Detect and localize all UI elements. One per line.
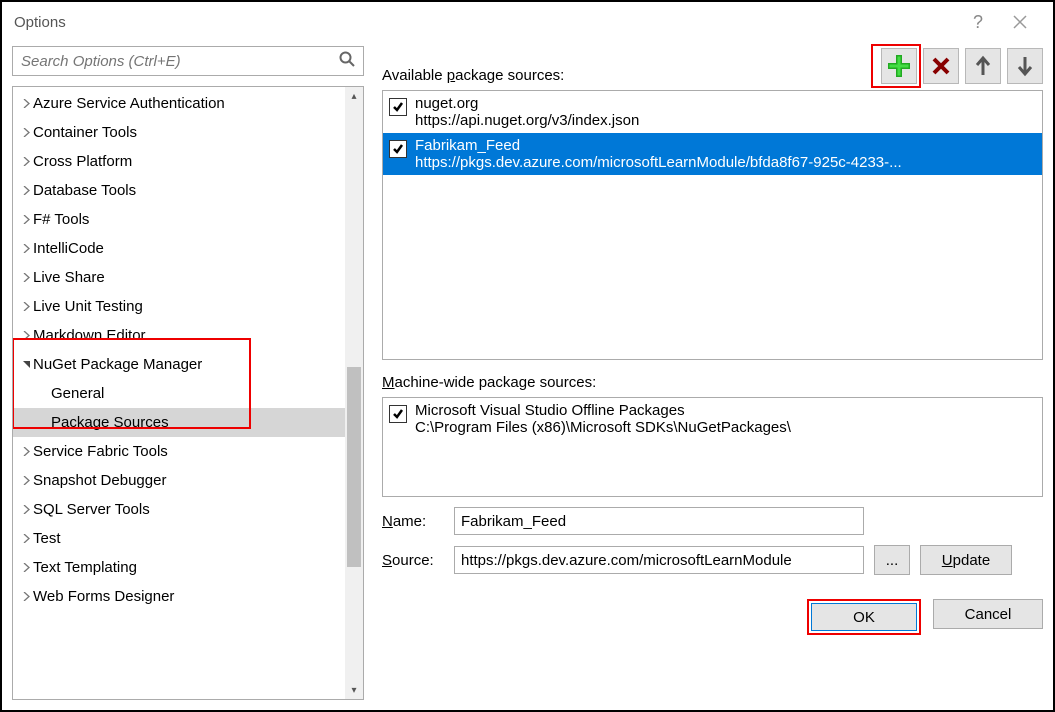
help-button[interactable]: ? xyxy=(957,6,999,38)
arrow-down-icon xyxy=(1016,55,1034,77)
ok-button[interactable]: OK xyxy=(811,603,917,631)
left-column: Azure Service Authentication Container T… xyxy=(12,46,364,700)
source-checkbox[interactable] xyxy=(389,140,407,158)
tree-item-live-share[interactable]: Live Share xyxy=(13,263,345,292)
tree-item-cross-platform[interactable]: Cross Platform xyxy=(13,147,345,176)
close-button[interactable] xyxy=(999,6,1041,38)
chevron-right-icon xyxy=(19,215,33,224)
chevron-right-icon xyxy=(19,592,33,601)
plus-icon xyxy=(888,55,910,77)
tree-item-web-forms-designer[interactable]: Web Forms Designer xyxy=(13,582,345,611)
arrow-up-icon xyxy=(974,55,992,77)
source-row-nugetorg[interactable]: nuget.org https://api.nuget.org/v3/index… xyxy=(383,91,1042,133)
options-dialog: Options ? Azure Service Authentication C… xyxy=(0,0,1055,712)
add-source-button[interactable] xyxy=(881,48,917,84)
source-name: Microsoft Visual Studio Offline Packages xyxy=(415,402,1036,419)
chevron-right-icon xyxy=(19,534,33,543)
tree-item-service-fabric-tools[interactable]: Service Fabric Tools xyxy=(13,437,345,466)
tree-item-live-unit-testing[interactable]: Live Unit Testing xyxy=(13,292,345,321)
search-box[interactable] xyxy=(12,46,364,76)
source-name: nuget.org xyxy=(415,95,1036,112)
x-icon xyxy=(930,55,952,77)
tree-item-test[interactable]: Test xyxy=(13,524,345,553)
chevron-right-icon xyxy=(19,244,33,253)
update-button[interactable]: Update xyxy=(920,545,1012,575)
source-checkbox[interactable] xyxy=(389,405,407,423)
source-url: https://pkgs.dev.azure.com/microsoftLear… xyxy=(415,154,1036,171)
name-input[interactable] xyxy=(454,507,864,535)
source-url: https://api.nuget.org/v3/index.json xyxy=(415,112,1036,129)
tree-item-intellicode[interactable]: IntelliCode xyxy=(13,234,345,263)
chevron-right-icon xyxy=(19,331,33,340)
search-icon xyxy=(339,51,355,71)
move-up-button[interactable] xyxy=(965,48,1001,84)
highlight-annotation: OK xyxy=(807,599,921,635)
titlebar: Options ? xyxy=(2,2,1053,42)
tree-items: Azure Service Authentication Container T… xyxy=(13,87,345,699)
right-column: Available package sources: xyxy=(382,46,1043,700)
tree-item-azure-service-authentication[interactable]: Azure Service Authentication xyxy=(13,89,345,118)
cancel-button[interactable]: Cancel xyxy=(933,599,1043,629)
chevron-right-icon xyxy=(19,563,33,572)
chevron-right-icon xyxy=(19,99,33,108)
chevron-right-icon xyxy=(19,128,33,137)
tree-item-database-tools[interactable]: Database Tools xyxy=(13,176,345,205)
remove-source-button[interactable] xyxy=(923,48,959,84)
chevron-down-icon xyxy=(19,360,33,369)
browse-button[interactable]: ... xyxy=(874,545,910,575)
scroll-up-icon[interactable]: ▴ xyxy=(345,87,363,105)
source-url: C:\Program Files (x86)\Microsoft SDKs\Nu… xyxy=(415,419,1036,436)
chevron-right-icon xyxy=(19,157,33,166)
search-input[interactable] xyxy=(21,53,339,70)
available-sources-list[interactable]: nuget.org https://api.nuget.org/v3/index… xyxy=(382,90,1043,360)
tree-item-snapshot-debugger[interactable]: Snapshot Debugger xyxy=(13,466,345,495)
chevron-right-icon xyxy=(19,273,33,282)
source-row-offline[interactable]: Microsoft Visual Studio Offline Packages… xyxy=(383,398,1042,440)
tree-item-nuget-package-sources[interactable]: Package Sources xyxy=(13,408,345,437)
available-sources-label: Available package sources: xyxy=(382,67,564,84)
chevron-right-icon xyxy=(19,505,33,514)
source-row-fabrikam[interactable]: Fabrikam_Feed https://pkgs.dev.azure.com… xyxy=(383,133,1042,175)
tree-item-nuget-general[interactable]: General xyxy=(13,379,345,408)
name-label: Name: xyxy=(382,513,444,530)
tree-item-text-templating[interactable]: Text Templating xyxy=(13,553,345,582)
machine-sources-label: Machine-wide package sources: xyxy=(382,374,1043,391)
scroll-thumb[interactable] xyxy=(347,367,361,567)
chevron-right-icon xyxy=(19,476,33,485)
tree-item-fsharp-tools[interactable]: F# Tools xyxy=(13,205,345,234)
chevron-right-icon xyxy=(19,447,33,456)
window-title: Options xyxy=(14,14,66,31)
source-input[interactable] xyxy=(454,546,864,574)
move-down-button[interactable] xyxy=(1007,48,1043,84)
tree-item-sql-server-tools[interactable]: SQL Server Tools xyxy=(13,495,345,524)
tree-item-container-tools[interactable]: Container Tools xyxy=(13,118,345,147)
chevron-right-icon xyxy=(19,302,33,311)
source-checkbox[interactable] xyxy=(389,98,407,116)
tree-item-nuget-package-manager[interactable]: NuGet Package Manager xyxy=(13,350,345,379)
machine-sources-list[interactable]: Microsoft Visual Studio Offline Packages… xyxy=(382,397,1043,497)
source-label: Source: xyxy=(382,552,444,569)
chevron-right-icon xyxy=(19,186,33,195)
source-name: Fabrikam_Feed xyxy=(415,137,1036,154)
options-tree: Azure Service Authentication Container T… xyxy=(12,86,364,700)
tree-scrollbar[interactable]: ▴ ▾ xyxy=(345,87,363,699)
scroll-down-icon[interactable]: ▾ xyxy=(345,681,363,699)
tree-item-markdown-editor[interactable]: Markdown Editor xyxy=(13,321,345,350)
